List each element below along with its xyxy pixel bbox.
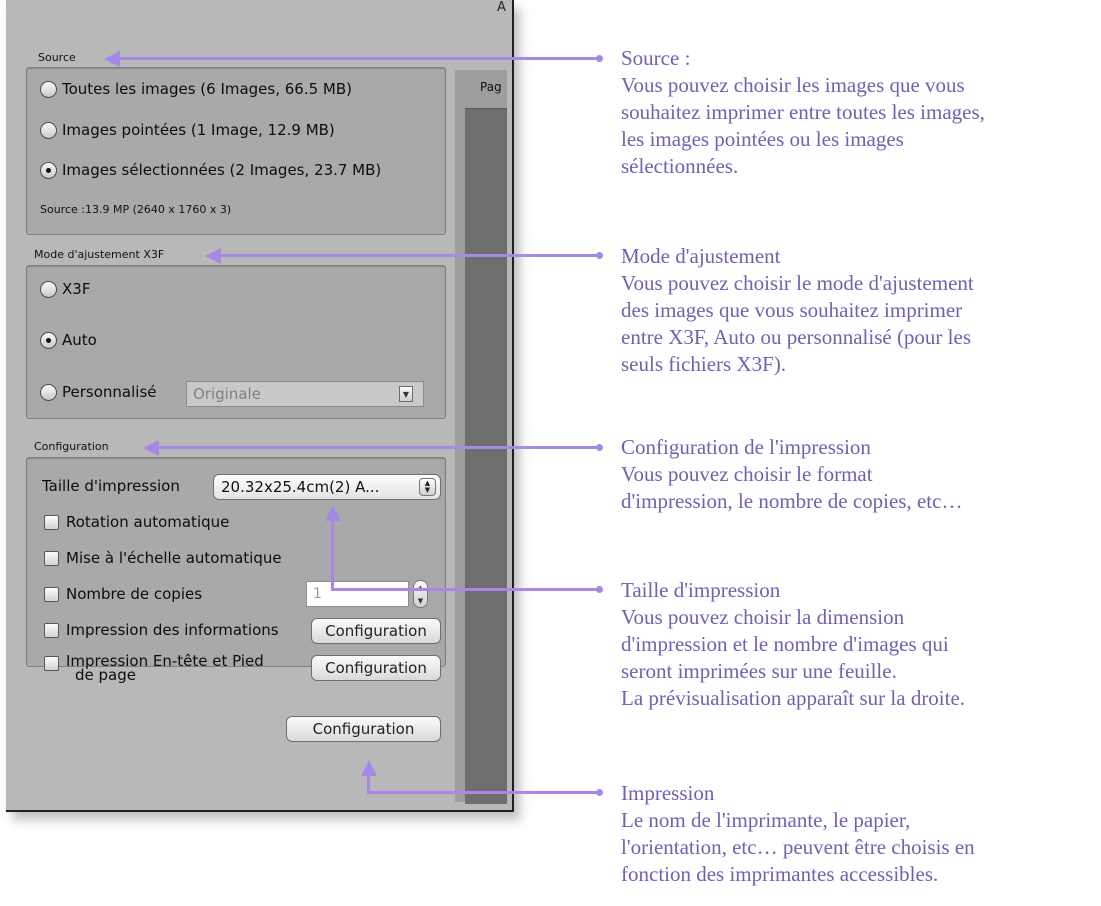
custom-mode-value: Originale [193, 385, 261, 403]
radio-selected-images-label: Images sélectionnées (2 Images, 23.7 MB) [62, 161, 382, 179]
source-group-label: Source [38, 51, 76, 64]
auto-scale-label: Mise à l'échelle automatique [66, 549, 282, 567]
annotation-line: les images pointées ou les images [621, 127, 904, 151]
auto-rotation-label: Rotation automatique [66, 513, 230, 531]
annotation-line: Vous pouvez choisir le mode d'ajustement [621, 271, 974, 295]
radio-all-images-label: Toutes les images (6 Images, 66.5 MB) [62, 80, 353, 98]
header-footer-label: Impression En-tête et Pied de page [66, 654, 264, 684]
annotation-line: Vous pouvez choisir la dimension [621, 605, 905, 629]
dropdown-arrow-icon[interactable]: ▼ [399, 386, 413, 402]
annotation-title: Source : [621, 46, 691, 70]
annotation-line: Vous pouvez choisir les images que vous [621, 73, 965, 97]
annotation-line: fonction des imprimantes accessibles. [621, 862, 939, 886]
annotation-print-size: Taille d'impression Vous pouvez choisir … [621, 577, 1101, 712]
annotation-line: Vous pouvez choisir le format [621, 462, 873, 486]
radio-custom-label: Personnalisé [62, 383, 157, 401]
annotation-line: d'impression et le nombre d'images qui [621, 632, 949, 656]
step-down-icon[interactable]: ▼ [418, 597, 423, 605]
preview-area [465, 108, 507, 804]
annotation-title: Impression [621, 781, 715, 805]
annotation-line: souhaitez imprimer entre toutes les imag… [621, 100, 985, 124]
copies-input[interactable]: 1 [306, 581, 409, 607]
custom-mode-dropdown[interactable]: Originale ▼ [186, 381, 424, 407]
radio-selected-images[interactable]: Images sélectionnées (2 Images, 23.7 MB) [40, 161, 381, 179]
annotation-print: Impression Le nom de l'imprimante, le pa… [621, 780, 1101, 888]
connector-print-size-vertical [331, 519, 334, 591]
annotation-title: Configuration de l'impression [621, 435, 871, 459]
radio-x3f[interactable]: X3F [40, 280, 90, 298]
checkbox-header-footer[interactable]: Impression En-tête et Pied de page [44, 654, 264, 684]
radio-button[interactable] [40, 121, 57, 139]
connector-dot [596, 586, 603, 593]
radio-custom[interactable]: Personnalisé [40, 383, 156, 401]
mode-group-label: Mode d'ajustement X3F [34, 248, 165, 261]
annotation-line: Le nom de l'imprimante, le papier, [621, 808, 911, 832]
connector-dot [596, 789, 603, 796]
copies-stepper[interactable]: ▲▼ [413, 580, 428, 608]
annotation-title: Taille d'impression [621, 578, 781, 602]
radio-marked-images[interactable]: Images pointées (1 Image, 12.9 MB) [40, 121, 335, 139]
annotation-configuration: Configuration de l'impression Vous pouve… [621, 434, 1101, 515]
radio-auto-label: Auto [62, 331, 97, 349]
radio-all-images[interactable]: Toutes les images (6 Images, 66.5 MB) [40, 80, 352, 98]
radio-x3f-label: X3F [62, 280, 91, 298]
radio-marked-images-label: Images pointées (1 Image, 12.9 MB) [62, 121, 335, 139]
source-info: Source :13.9 MP (2640 x 1760 x 3) [40, 203, 232, 216]
connector-dot [596, 444, 603, 451]
radio-auto[interactable]: Auto [40, 331, 97, 349]
radio-button-selected[interactable] [40, 331, 57, 349]
annotation-line: seuls fichiers X3F). [621, 352, 787, 376]
annotation-line: d'impression, le nombre de copies, etc… [621, 489, 963, 513]
annotation-line: sélectionnées. [621, 154, 739, 178]
connector-print [367, 791, 600, 794]
checkbox-auto-scale[interactable]: Mise à l'échelle automatique [44, 549, 282, 567]
annotation-title: Mode d'ajustement [621, 244, 781, 268]
connector-mode [219, 254, 600, 257]
print-size-label: Taille d'impression [42, 477, 180, 495]
annotation-line: La prévisualisation apparaît sur la droi… [621, 686, 966, 710]
checkbox[interactable] [44, 622, 59, 638]
copies-label: Nombre de copies [66, 585, 203, 603]
radio-button[interactable] [40, 280, 57, 298]
checkbox[interactable] [44, 656, 59, 671]
up-down-arrows-icon: ▲ ▼ [419, 478, 436, 496]
checkbox[interactable] [44, 514, 59, 530]
radio-button[interactable] [40, 383, 57, 401]
preview-label: Pag [480, 80, 502, 94]
info-configuration-button[interactable]: Configuration [311, 618, 441, 644]
checkbox-auto-rotation[interactable]: Rotation automatique [44, 513, 229, 531]
radio-button[interactable] [40, 80, 57, 98]
annotation-line: seront imprimées sur une feuille. [621, 659, 897, 683]
checkbox[interactable] [44, 586, 59, 602]
print-size-value: 20.32x25.4cm(2) A... [221, 478, 380, 496]
header-footer-label-line2: de page [75, 666, 136, 684]
checkbox[interactable] [44, 550, 59, 566]
annotation-source: Source : Vous pouvez choisir les images … [621, 45, 1101, 180]
print-size-popup[interactable]: 20.32x25.4cm(2) A... ▲ ▼ [213, 474, 441, 500]
checkbox-print-info[interactable]: Impression des informations [44, 621, 279, 639]
print-info-label: Impression des informations [66, 621, 279, 639]
configuration-group-label: Configuration [34, 440, 109, 453]
annotation-mode: Mode d'ajustement Vous pouvez choisir le… [621, 243, 1101, 378]
header-footer-configuration-button[interactable]: Configuration [311, 655, 441, 681]
connector-dot [596, 252, 603, 259]
connector-print-size [331, 588, 600, 591]
annotation-line: l'orientation, etc… peuvent être choisis… [621, 835, 975, 859]
checkbox-copies[interactable]: Nombre de copies [44, 585, 202, 603]
print-configuration-button[interactable]: Configuration [286, 716, 441, 742]
radio-button-selected[interactable] [40, 161, 57, 179]
window-title-fragment: A [497, 0, 506, 15]
connector-configuration [157, 446, 600, 449]
connector-source [118, 57, 600, 60]
annotation-line: entre X3F, Auto ou personnalisé (pour le… [621, 325, 972, 349]
connector-dot [596, 55, 603, 62]
annotation-line: des images que vous souhaitez imprimer [621, 298, 963, 322]
